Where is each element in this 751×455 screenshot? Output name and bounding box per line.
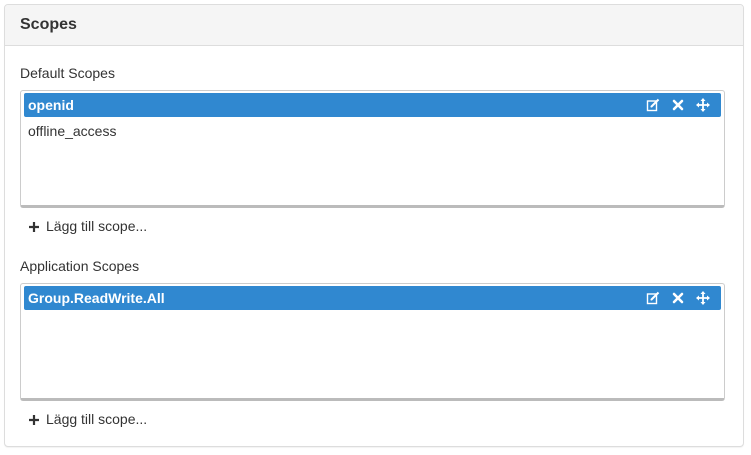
add-default-scope-link[interactable]: Lägg till scope...	[28, 218, 147, 234]
edit-icon[interactable]	[645, 290, 661, 306]
plus-icon	[28, 413, 40, 425]
move-icon[interactable]	[695, 290, 711, 306]
item-actions	[645, 286, 711, 310]
default-scopes-label: Default Scopes	[20, 65, 115, 81]
list-item[interactable]: openid	[24, 93, 721, 117]
close-icon[interactable]	[670, 97, 686, 113]
add-application-scope-link[interactable]: Lägg till scope...	[28, 411, 147, 427]
scope-name: offline_access	[28, 123, 117, 139]
default-scopes-list[interactable]: openid offline_access	[20, 90, 725, 208]
list-item[interactable]: Group.ReadWrite.All	[24, 286, 721, 310]
scope-name: Group.ReadWrite.All	[28, 290, 165, 306]
application-scopes-list[interactable]: Group.ReadWrite.All	[20, 283, 725, 401]
application-scopes-label: Application Scopes	[20, 258, 140, 274]
item-actions	[645, 93, 711, 117]
panel-title: Scopes	[20, 16, 77, 33]
plus-icon	[28, 220, 40, 232]
add-application-scope-label: Lägg till scope...	[46, 411, 148, 427]
list-item[interactable]: offline_access	[24, 119, 721, 143]
move-icon[interactable]	[695, 97, 711, 113]
close-icon[interactable]	[670, 290, 686, 306]
scope-name: openid	[28, 97, 74, 113]
edit-icon[interactable]	[645, 97, 661, 113]
scopes-panel: Scopes Default Scopes openid offline_acc…	[4, 4, 744, 447]
add-default-scope-label: Lägg till scope...	[46, 218, 148, 234]
panel-heading: Scopes	[5, 5, 743, 46]
